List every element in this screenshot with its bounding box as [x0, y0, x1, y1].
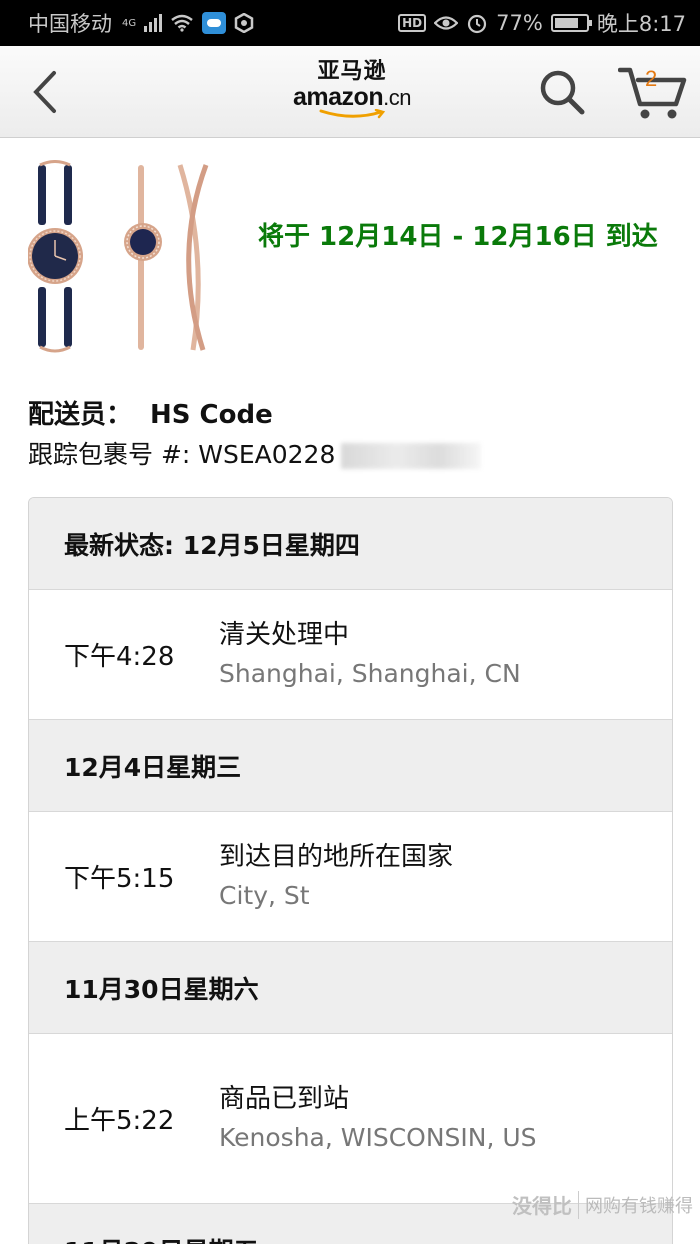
- app-header: 亚马逊 amazon.cn 2: [0, 46, 700, 138]
- alarm-icon: [468, 14, 487, 34]
- delivery-eta: 将于 12月14日 - 12月16日 到达: [258, 222, 658, 252]
- event-status: 商品已到站: [219, 1083, 350, 1114]
- watermark-slogan: 网购有钱赚得: [585, 1195, 693, 1217]
- battery-level: [554, 18, 578, 28]
- logo-english: amazon.cn: [293, 83, 411, 111]
- tracking-number: 跟踪包裹号 #: WSEA0228: [28, 435, 482, 471]
- search-icon[interactable]: [538, 68, 586, 116]
- carrier-line: 配送员： HS Code: [28, 394, 273, 431]
- battery-icon: [550, 14, 592, 32]
- tracking-number-text: 跟踪包裹号 #: WSEA0228: [28, 440, 336, 469]
- carrier-value: HS Code: [150, 400, 273, 430]
- event-status: 到达目的地所在国家: [219, 841, 454, 872]
- carrier-label: 配送员：: [28, 400, 133, 430]
- clock: 晚上8:17: [596, 12, 686, 36]
- event-location: City, St: [219, 880, 310, 910]
- event-location: Shanghai, Shanghai, CN: [219, 658, 521, 688]
- watermark: 没得比 网购有钱赚得: [512, 1190, 693, 1219]
- event-location: Kenosha, WISCONSIN, US: [219, 1122, 537, 1152]
- timeline-event: 下午5:15 到达目的地所在国家 City, St: [29, 812, 672, 942]
- status-bar: 中国移动 4G HD 77% 晚上8:17: [0, 0, 700, 46]
- back-arrow-icon[interactable]: [28, 70, 68, 114]
- timeline-date-header: 11月30日星期六: [29, 942, 672, 1034]
- logo-chinese: 亚马逊: [317, 59, 387, 84]
- watermark-site: 没得比: [512, 1194, 572, 1218]
- timeline-date-header: 12月4日星期三: [29, 720, 672, 812]
- amazon-cn-logo[interactable]: 亚马逊 amazon.cn: [290, 60, 414, 124]
- hd-icon: HD: [398, 14, 427, 32]
- app-notification-icon: [202, 12, 227, 34]
- battery-percent: 77%: [496, 11, 543, 35]
- timeline-event: 上午5:22 商品已到站 Kenosha, WISCONSIN, US: [29, 1034, 672, 1204]
- tracking-timeline: 最新状态: 12月5日星期四 下午4:28 清关处理中 Shanghai, Sh…: [28, 497, 673, 1244]
- network-type: 4G: [122, 17, 137, 29]
- event-time: 上午5:22: [64, 1106, 175, 1136]
- event-status: 清关处理中: [219, 619, 350, 650]
- eye-icon: [434, 16, 459, 30]
- event-time: 下午4:28: [64, 642, 175, 672]
- event-time: 下午5:15: [64, 864, 175, 894]
- signal-icon: [144, 14, 163, 32]
- carrier-name: 中国移动: [28, 12, 112, 36]
- app-notification-icon: [234, 13, 254, 33]
- product-image[interactable]: [28, 160, 228, 355]
- wifi-icon: [171, 14, 193, 32]
- redacted-blur: [341, 443, 482, 469]
- timeline-date-header: 最新状态: 12月5日星期四: [29, 498, 672, 590]
- watermark-divider: [578, 1190, 579, 1219]
- cart-count-badge[interactable]: 2: [645, 66, 657, 92]
- timeline-event: 下午4:28 清关处理中 Shanghai, Shanghai, CN: [29, 590, 672, 720]
